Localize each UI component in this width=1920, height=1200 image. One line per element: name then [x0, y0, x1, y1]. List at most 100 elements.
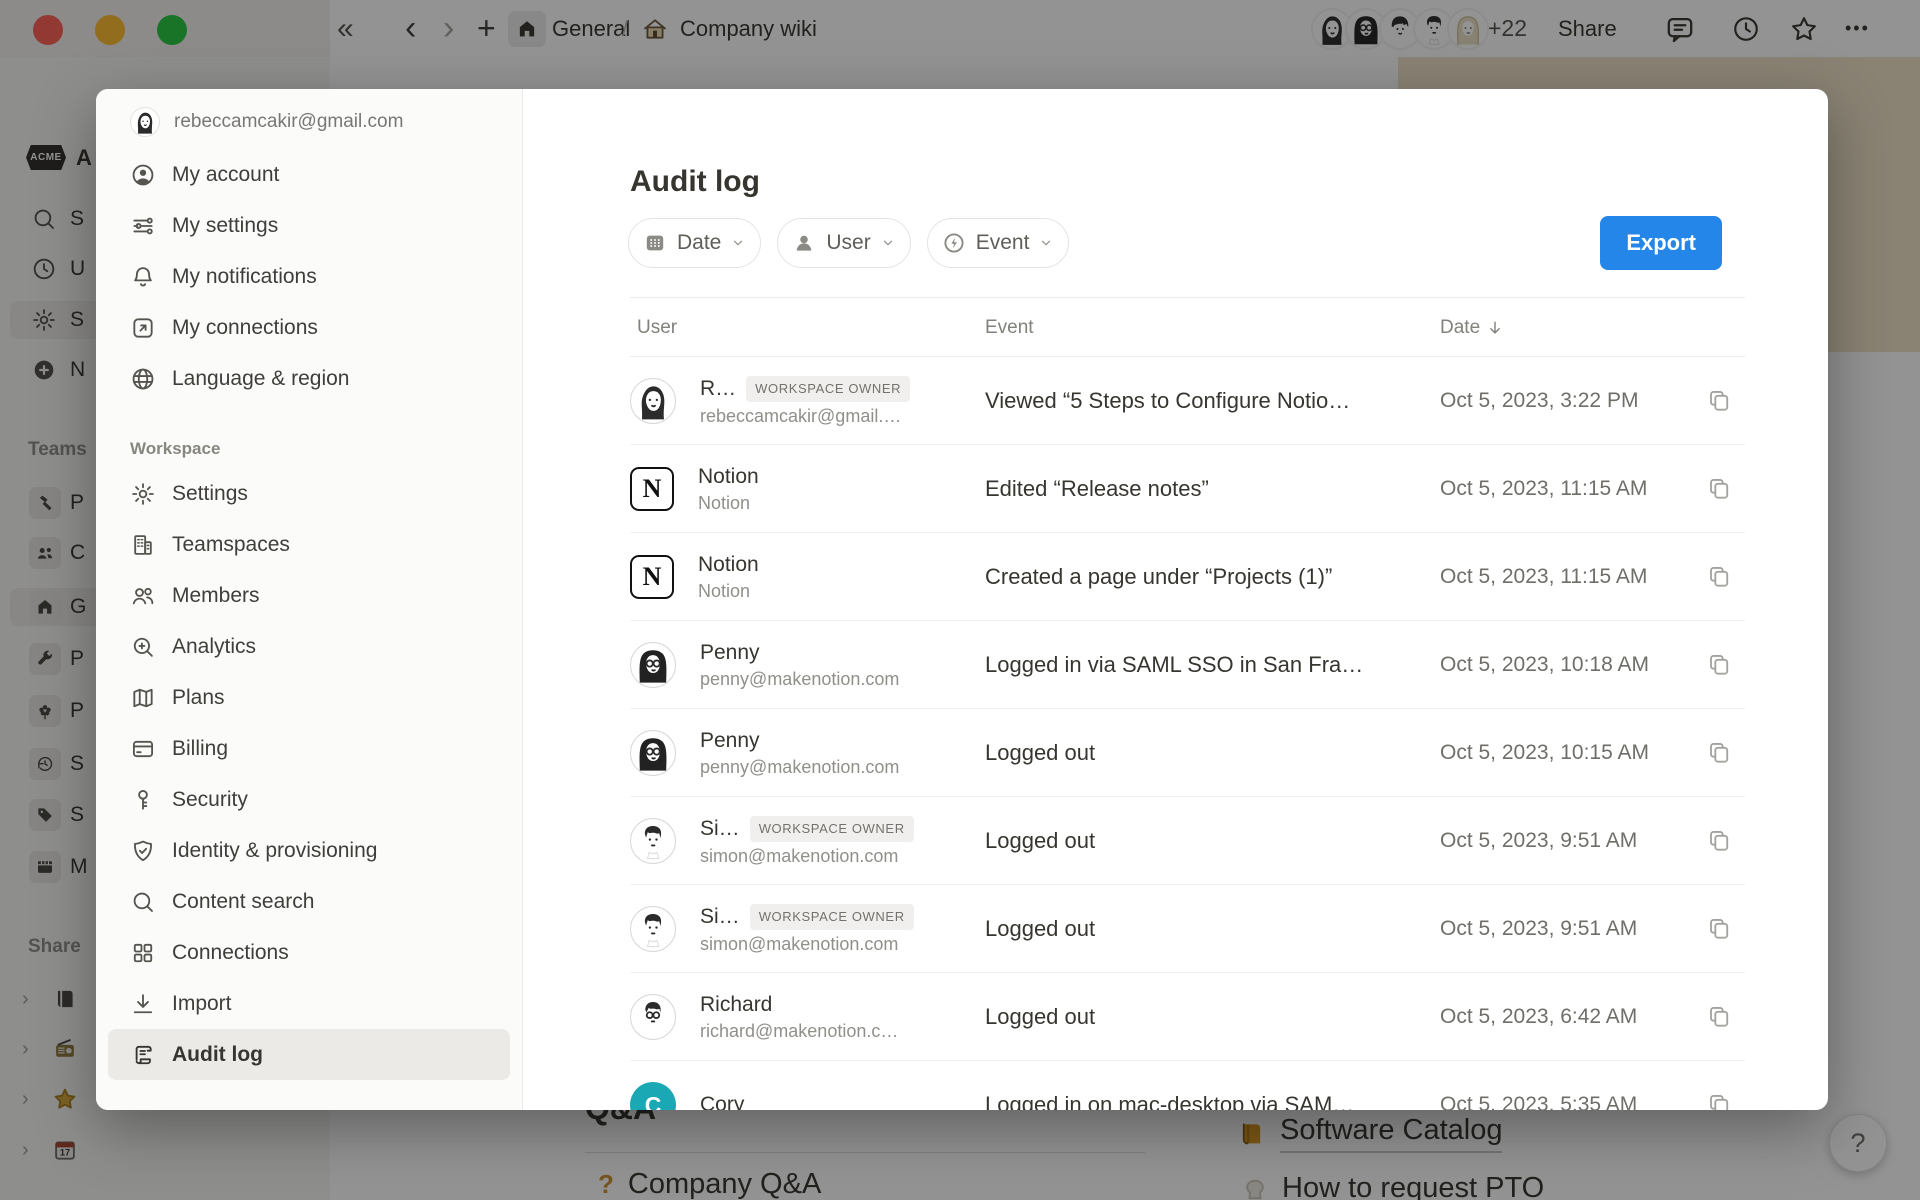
copy-icon — [1706, 916, 1732, 942]
user-avatar — [630, 378, 676, 424]
account-avatar — [130, 107, 160, 137]
cell-event: Logged in via SAML SSO in San Fra… — [985, 621, 1430, 709]
settings-item-members[interactable]: Members — [108, 570, 510, 621]
column-header-event[interactable]: Event — [985, 298, 1034, 358]
copy-icon[interactable] — [1706, 533, 1732, 621]
user-name-row: Notion — [698, 465, 759, 489]
settings-item-audit-log[interactable]: Audit log — [108, 1029, 510, 1080]
cell-date: Oct 5, 2023, 6:42 AM — [1440, 973, 1692, 1061]
import-icon — [130, 991, 156, 1017]
user-avatar — [630, 730, 676, 776]
settings-item-analytics[interactable]: Analytics — [108, 621, 510, 672]
user-email: simon@makenotion.com — [700, 846, 914, 867]
copy-icon[interactable] — [1706, 797, 1732, 885]
sidebar-item-label: Audit log — [172, 1043, 263, 1067]
settings-item-my-connections[interactable]: My connections — [108, 302, 510, 353]
table-row[interactable]: Pennypenny@makenotion.com Logged in via S… — [630, 621, 1745, 709]
user-name-row: Penny — [700, 641, 899, 665]
user-email: Notion — [698, 581, 759, 602]
column-header-date[interactable]: Date — [1440, 298, 1504, 358]
settings-item-content-search[interactable]: Content search — [108, 876, 510, 927]
table-row[interactable]: R…WORKSPACE OWNERrebeccamcakir@gmail.…Vi… — [630, 357, 1745, 445]
user-name-row: Notion — [698, 553, 759, 577]
sidebar-item-label: Settings — [172, 482, 248, 506]
cell-user: Pennypenny@makenotion.com — [630, 709, 899, 797]
bell-icon — [130, 264, 156, 290]
settings-item-my-settings[interactable]: My settings — [108, 200, 510, 251]
audit-log-table: User Event Date R…WORKSPACE OWNERrebecca… — [630, 297, 1745, 1110]
table-row[interactable]: NNotionNotionCreated a page under “Proje… — [630, 533, 1745, 621]
settings-item-settings[interactable]: Settings — [108, 468, 510, 519]
bolt-circle-icon — [942, 231, 966, 255]
cell-date: Oct 5, 2023, 10:18 AM — [1440, 621, 1692, 709]
settings-item-import[interactable]: Import — [108, 978, 510, 1029]
user-email: Notion — [698, 493, 759, 514]
user-identity: Notion Notion — [698, 465, 759, 514]
user-avatar — [630, 818, 676, 864]
settings-item-connections[interactable]: Connections — [108, 927, 510, 978]
filter-bar: Date User Event — [628, 218, 1069, 268]
cell-event: Logged in on mac-desktop via SAM… — [985, 1061, 1430, 1110]
table-row[interactable]: Pennypenny@makenotion.comLogged outOct 5… — [630, 709, 1745, 797]
export-button[interactable]: Export — [1600, 216, 1722, 270]
settings-item-billing[interactable]: Billing — [108, 723, 510, 774]
audit-icon — [130, 1042, 156, 1068]
table-row[interactable]: Richardrichard@makenotion.c…Logged outOc… — [630, 973, 1745, 1061]
copy-icon[interactable] — [1706, 709, 1732, 797]
copy-icon[interactable] — [1706, 357, 1732, 445]
face-man-glasses — [631, 995, 675, 1039]
filter-pill-user[interactable]: User — [777, 218, 910, 268]
filter-pill-event[interactable]: Event — [927, 218, 1070, 268]
user-avatar — [630, 642, 676, 688]
settings-item-language-region[interactable]: Language & region — [108, 353, 510, 404]
copy-icon[interactable] — [1706, 1061, 1732, 1110]
sort-desc-icon — [1486, 319, 1504, 337]
gear-icon — [130, 481, 156, 507]
table-row[interactable]: Si…WORKSPACE OWNERsimon@makenotion.comLo… — [630, 885, 1745, 973]
table-row[interactable]: NNotionNotionEdited “Release notes”Oct 5… — [630, 445, 1745, 533]
user-name: Notion — [698, 553, 759, 577]
user-name: Richard — [700, 993, 772, 1017]
shield-icon — [130, 838, 156, 864]
copy-icon[interactable] — [1706, 445, 1732, 533]
copy-icon — [1706, 740, 1732, 766]
cell-user: Pennypenny@makenotion.com — [630, 621, 899, 709]
settings-item-my-notifications[interactable]: My notifications — [108, 251, 510, 302]
settings-item-teamspaces[interactable]: Teamspaces — [108, 519, 510, 570]
user-identity: Pennypenny@makenotion.com — [700, 729, 899, 778]
filter-label: Date — [677, 231, 721, 255]
filter-pill-date[interactable]: Date — [628, 218, 761, 268]
copy-icon[interactable] — [1706, 885, 1732, 973]
sidebar-item-label: My settings — [172, 214, 278, 238]
settings-item-plans[interactable]: Plans — [108, 672, 510, 723]
table-body: R…WORKSPACE OWNERrebeccamcakir@gmail.…Vi… — [630, 357, 1745, 1110]
cell-user: NNotionNotion — [630, 445, 759, 533]
user-identity: Si…WORKSPACE OWNERsimon@makenotion.com — [700, 816, 914, 867]
user-email: simon@makenotion.com — [700, 934, 914, 955]
column-header-user[interactable]: User — [637, 298, 677, 358]
settings-item-identity-provisioning[interactable]: Identity & provisioning — [108, 825, 510, 876]
account-header: rebeccamcakir@gmail.com — [108, 95, 510, 149]
settings-item-my-account[interactable]: My account — [108, 149, 510, 200]
cell-date: Oct 5, 2023, 11:15 AM — [1440, 533, 1692, 621]
chevron-down-icon — [731, 236, 745, 250]
table-row[interactable]: CCoryLogged in on mac-desktop via SAM…Oc… — [630, 1061, 1745, 1110]
workspace-owner-badge: WORKSPACE OWNER — [750, 904, 914, 930]
settings-item-security[interactable]: Security — [108, 774, 510, 825]
sidebar-item-label: My connections — [172, 316, 318, 340]
user-identity: Richardrichard@makenotion.c… — [700, 993, 898, 1042]
user-name-row: R…WORKSPACE OWNER — [700, 376, 910, 402]
cell-date: Oct 5, 2023, 5:35 AM — [1440, 1061, 1692, 1110]
table-row[interactable]: Si…WORKSPACE OWNERsimon@makenotion.comLo… — [630, 797, 1745, 885]
user-identity: Notion Notion — [698, 553, 759, 602]
sidebar-item-label: Security — [172, 788, 248, 812]
search-icon — [130, 889, 156, 915]
card-icon — [130, 736, 156, 762]
sidebar-item-label: Language & region — [172, 367, 350, 391]
copy-icon[interactable] — [1706, 621, 1732, 709]
cell-date: Oct 5, 2023, 10:15 AM — [1440, 709, 1692, 797]
user-name-row: Penny — [700, 729, 899, 753]
user-name: Notion — [698, 465, 759, 489]
copy-icon[interactable] — [1706, 973, 1732, 1061]
page-title: Audit log — [630, 165, 760, 199]
